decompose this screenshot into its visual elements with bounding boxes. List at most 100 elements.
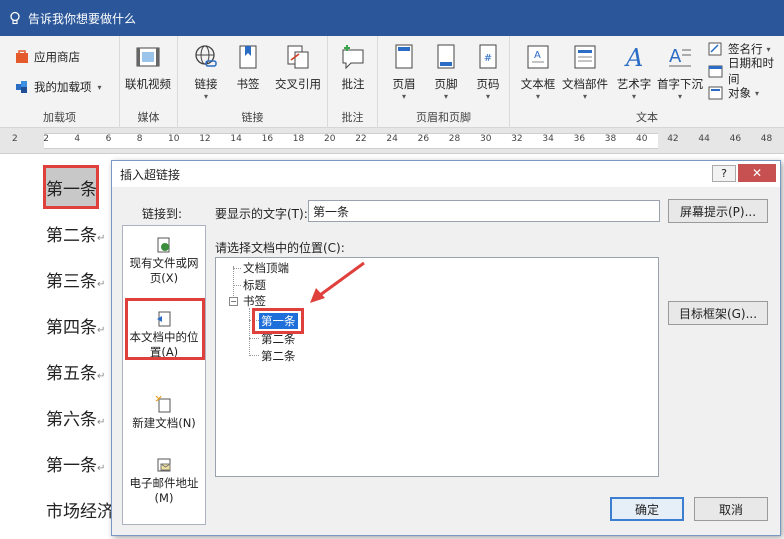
object-button[interactable]: 对象 ▾ (708, 82, 759, 104)
link-email-button[interactable]: 电子邮件地址(M) (125, 456, 203, 506)
bookmark-button[interactable]: 书签 (224, 40, 272, 102)
tree-item-headings[interactable]: 标题 (243, 277, 266, 293)
page-number-button[interactable]: # 页码 ▾ (464, 40, 512, 102)
quick-parts-button[interactable]: 文档部件 ▾ (560, 40, 610, 102)
dialog-title: 插入超链接 (120, 167, 181, 182)
ruler-tick-label: 8 (136, 134, 143, 144)
group-media: 联机视频 媒体 (120, 36, 178, 128)
horizontal-ruler[interactable]: 2 2 4 6 8 10 12 14 16 18 20 22 24 26 28 30 32 34 36 38 40 42 4… (0, 128, 784, 154)
ruler-tick-label: 48 (760, 134, 773, 144)
document-place-tree[interactable]: 文档顶端 标题 − 书签 第一条 第二条 第二条 (215, 257, 659, 477)
link-new-document-button[interactable]: 新建文档(N) (125, 395, 203, 431)
lightbulb-icon (8, 11, 22, 25)
dialog-title-bar[interactable]: 插入超链接 (112, 161, 780, 187)
group-text: A 文本框 ▾ 文档部件 ▾ A 艺术字 ▾ A 首字下沉 ▾ 签名行 ▾ 日期… (510, 36, 784, 128)
drop-cap-button[interactable]: A 首字下沉 ▾ (654, 40, 706, 102)
ribbon: 应用商店 我的加载项 ▾ 加载项 联机视频 媒体 链接 ▾ 书签 交叉引用 链接… (0, 36, 784, 128)
bookmark-icon (233, 42, 263, 72)
ruler-tick-label: 18 (292, 134, 305, 144)
text-box-button[interactable]: A 文本框 ▾ (514, 40, 562, 102)
group-label-comments: 批注 (341, 111, 364, 124)
display-text-label: 要显示的文字(T): (215, 207, 308, 221)
ruler-tick-label: 32 (511, 134, 523, 144)
ruler-tick-label: 22 (355, 134, 367, 144)
my-addins-button[interactable]: 我的加载项 ▾ (14, 76, 102, 98)
film-icon (133, 42, 163, 72)
link-existing-file-button[interactable]: 现有文件或网页(X) (125, 236, 203, 286)
highlight-box (252, 308, 304, 334)
ruler-tick-label: 16 (261, 134, 274, 144)
chevron-down-icon: ▾ (401, 92, 406, 101)
ruler-tick-label: 28 (448, 134, 461, 144)
comment-button[interactable]: 批注 (329, 40, 377, 102)
chevron-down-icon: ▾ (97, 82, 102, 92)
ruler-tick-label: 36 (573, 134, 586, 144)
screentip-button[interactable]: 屏幕提示(P)... (668, 199, 768, 223)
close-button[interactable]: ✕ (738, 164, 776, 182)
group-comments: 批注 批注 (328, 36, 378, 128)
tell-me-bar[interactable]: 告诉我你想要做什么 (0, 0, 784, 36)
store-button[interactable]: 应用商店 (14, 46, 80, 68)
ok-button[interactable]: 确定 (610, 497, 684, 521)
target-frame-button[interactable]: 目标框架(G)... (668, 301, 768, 325)
ruler-tick-label: 42 (667, 134, 679, 144)
doc-line: 第二条↵ (46, 226, 106, 246)
online-video-button[interactable]: 联机视频 (124, 40, 172, 102)
ruler-tick-label: 14 (230, 134, 242, 144)
link-button[interactable]: 链接 ▾ (182, 40, 230, 102)
addins-icon (14, 79, 30, 95)
doc-line: 第四条↵ (46, 318, 106, 338)
chevron-down-icon: ▾ (755, 88, 760, 98)
dialog-body: 链接到: 现有文件或网页(X) 本文档中的位置(A) 新建文档(N) 电子邮件地… (112, 187, 780, 535)
globe-link-icon (191, 42, 221, 72)
link-to-panel: 现有文件或网页(X) 本文档中的位置(A) 新建文档(N) 电子邮件地址(M) (122, 225, 206, 525)
page-number-icon: # (473, 42, 503, 72)
svg-text:#: # (484, 53, 492, 64)
date-time-button[interactable]: 日期和时间 (708, 56, 784, 86)
ruler-tick-label: 38 (604, 134, 617, 144)
ruler-tick-label: 20 (324, 134, 336, 144)
tree-item-document-top[interactable]: 文档顶端 (243, 260, 289, 276)
ruler-tick-label: 6 (105, 134, 112, 144)
help-button[interactable]: ? (712, 165, 736, 182)
chevron-down-icon: ▾ (443, 92, 448, 101)
chevron-down-icon: ▾ (535, 92, 540, 101)
display-text-input[interactable]: 第一条 (308, 200, 660, 222)
text-box-icon: A (523, 42, 553, 72)
ruler-tick-label: 2 (43, 134, 49, 144)
insert-hyperlink-dialog: 插入超链接 ? ✕ 链接到: 现有文件或网页(X) 本文档中的位置(A) 新建文… (111, 160, 781, 536)
ruler-tick-label: 12 (199, 134, 211, 144)
ruler-tick-label: 30 (480, 134, 492, 144)
doc-line: 市场经济 (46, 502, 114, 522)
doc-line: 第一条↵ (46, 456, 106, 476)
group-label-addins: 加载项 (43, 111, 76, 124)
svg-text:A: A (534, 50, 541, 61)
highlight-box (125, 298, 205, 360)
cancel-button[interactable]: 取消 (694, 497, 768, 521)
doc-line: 第一条 (46, 180, 97, 200)
new-document-icon (155, 395, 173, 414)
tree-item-bookmark[interactable]: 第二条 (261, 348, 296, 364)
chevron-down-icon: ▾ (631, 92, 636, 101)
wordart-button[interactable]: A 艺术字 ▾ (610, 40, 658, 102)
footer-icon (431, 42, 461, 72)
calendar-icon (708, 63, 724, 79)
header-button[interactable]: 页眉 ▾ (380, 40, 428, 102)
group-header-footer: 页眉 ▾ 页脚 ▾ # 页码 ▾ 页眉和页脚 (378, 36, 510, 128)
group-label-links: 链接 (241, 111, 264, 124)
store-icon (14, 49, 30, 65)
wordart-icon: A (619, 42, 649, 72)
ruler-tick-label: 26 (417, 134, 430, 144)
ruler-tick-label: 4 (74, 134, 81, 144)
svg-text:A: A (624, 44, 643, 72)
tree-item-bookmarks[interactable]: 书签 (243, 293, 266, 309)
comment-icon (338, 42, 368, 72)
footer-button[interactable]: 页脚 ▾ (422, 40, 470, 102)
select-place-label: 请选择文档中的位置(C): (215, 241, 345, 255)
tree-collapse-toggle[interactable]: − (229, 297, 238, 306)
header-icon (389, 42, 419, 72)
group-label-media: 媒体 (137, 111, 160, 124)
object-icon (708, 85, 724, 101)
cross-reference-button[interactable]: 交叉引用 (272, 40, 324, 102)
chevron-down-icon: ▾ (485, 92, 490, 101)
